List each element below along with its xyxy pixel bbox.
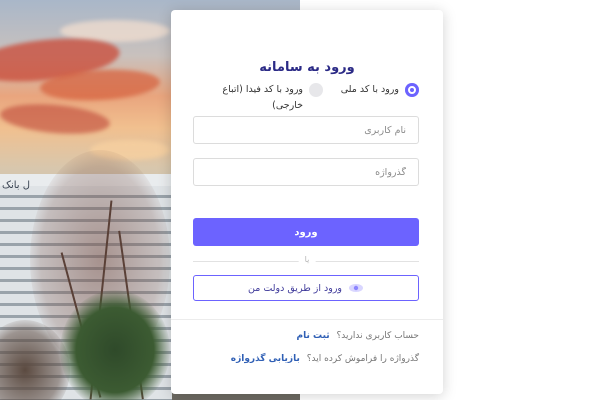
recover-password-link[interactable]: بازیابی گذرواژه [231,354,300,364]
register-row: حساب کاربری ندارید؟ ثبت نام [297,331,419,341]
radio-unchecked-icon[interactable] [309,83,323,97]
gov-login-label: ورود از طریق دولت من [247,282,343,294]
login-card: ورود به سامانه ورود با کد ملی ورود با کد… [171,10,443,394]
radio-checked-icon[interactable] [405,83,419,97]
eye-icon [349,284,364,292]
radio-fida-code[interactable]: ورود با کد فیدا (اتباع خارجی) [213,82,323,114]
radio-national-code[interactable]: ورود با کد ملی [341,82,419,98]
forgot-password-text: گذرواژه را فراموش کرده اید؟ [306,354,419,364]
no-account-text: حساب کاربری ندارید؟ [336,331,420,341]
login-button[interactable]: ورود [193,218,419,246]
gov-login-button[interactable]: ورود از طریق دولت من [193,275,419,301]
password-input[interactable] [193,158,419,186]
radio-label-national-code: ورود با کد ملی [340,84,399,95]
register-link[interactable]: ثبت نام [297,331,330,341]
recover-row: گذرواژه را فراموش کرده اید؟ بازیابی گذرو… [231,354,419,364]
page-title: ورود به سامانه [259,60,355,75]
footer-separator [171,319,443,320]
building-sign: ل بانک [2,180,31,191]
radio-label-fida-code: ورود با کد فیدا (اتباع خارجی) [222,84,303,111]
divider-or-text: یا [298,255,316,264]
username-input[interactable] [193,116,419,144]
